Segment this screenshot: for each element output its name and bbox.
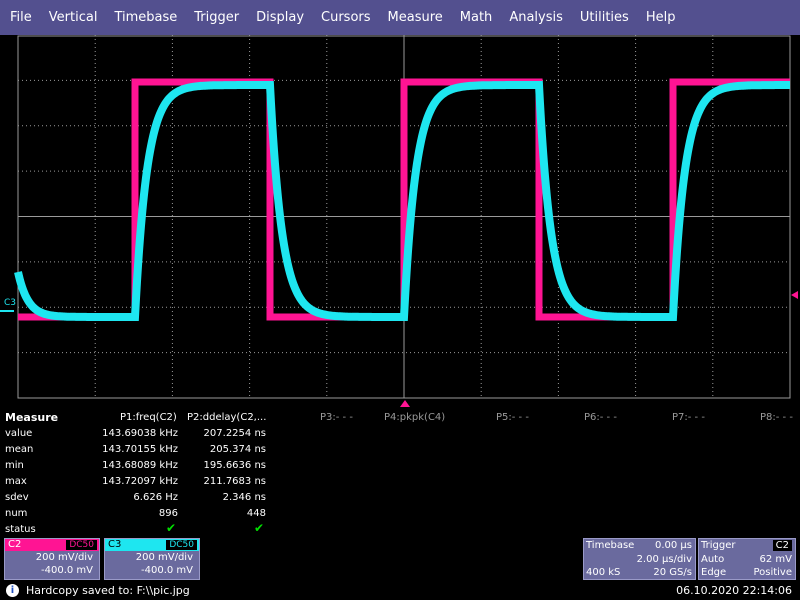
measure-row-label: mean xyxy=(5,444,34,455)
channel-c2-name: C2 xyxy=(8,539,22,550)
trigger-source: C2 xyxy=(772,540,792,551)
channel-c2-box[interactable]: C2 DC50 200 mV/div -400.0 mV xyxy=(4,538,100,580)
measure-header-p6[interactable]: P6:- - - xyxy=(584,410,617,425)
channel-c3-marker-label: C3 xyxy=(4,298,16,308)
channel-c3-box[interactable]: C3 DC50 200 mV/div -400.0 mV xyxy=(104,538,200,580)
menu-analysis[interactable]: Analysis xyxy=(502,0,570,35)
measure-panel: Measure P1:freq(C2) P2:ddelay(C2,... P3:… xyxy=(0,407,800,537)
channel-c2-header: C2 DC50 xyxy=(5,539,99,551)
measure-header-p4[interactable]: P4:pkpk(C4) xyxy=(384,410,445,425)
measure-p1-sdev: 6.626 Hz xyxy=(133,492,178,503)
timebase-title: Timebase xyxy=(586,540,635,551)
measure-row-label: value xyxy=(5,428,33,439)
status-message: Hardcopy saved to: F:\\pic.jpg xyxy=(26,584,190,597)
measure-p2-mean: 205.374 ns xyxy=(209,444,266,455)
measure-p2-sdev: 2.346 ns xyxy=(222,492,266,503)
menu-help[interactable]: Help xyxy=(639,0,683,35)
measure-row-label: status xyxy=(5,524,36,535)
trigger-slope: Positive xyxy=(753,567,792,578)
channel-c3-volts-div: 200 mV/div xyxy=(135,552,193,563)
timebase-box[interactable]: Timebase 0.00 µs 2.00 µs/div 400 kS 20 G… xyxy=(583,538,696,580)
menu-measure[interactable]: Measure xyxy=(381,0,450,35)
measure-p2-value: 207.2254 ns xyxy=(203,428,266,439)
trigger-level: 62 mV xyxy=(759,554,793,565)
measure-title: Measure xyxy=(5,411,59,424)
waveform-display[interactable]: C3 xyxy=(0,35,800,407)
measure-p1-min: 143.68089 kHz xyxy=(102,460,178,471)
measure-p1-num: 896 xyxy=(158,508,178,519)
timebase-delay: 0.00 µs xyxy=(654,540,692,551)
menu-bar: File Vertical Timebase Trigger Display C… xyxy=(0,0,800,35)
menu-utilities[interactable]: Utilities xyxy=(573,0,636,35)
menu-math[interactable]: Math xyxy=(453,0,500,35)
timebase-samples: 400 kS xyxy=(586,567,621,578)
measure-header-p1[interactable]: P1:freq(C2) xyxy=(120,410,177,425)
measure-p1-value: 143.69038 kHz xyxy=(102,428,178,439)
channel-c3-level-marker[interactable] xyxy=(0,310,14,312)
menu-timebase[interactable]: Timebase xyxy=(107,0,184,35)
menu-vertical[interactable]: Vertical xyxy=(42,0,105,35)
channel-c3-coupling: DC50 xyxy=(166,540,197,550)
channel-c3-offset: -400.0 mV xyxy=(141,565,193,576)
menu-display[interactable]: Display xyxy=(249,0,311,35)
measure-header-p3[interactable]: P3:- - - xyxy=(320,410,353,425)
menu-cursors[interactable]: Cursors xyxy=(314,0,378,35)
info-icon: i xyxy=(6,584,19,597)
measure-row-label: max xyxy=(5,476,27,487)
channel-c3-header: C3 DC50 xyxy=(105,539,199,551)
measure-row-label: num xyxy=(5,508,28,519)
trigger-position-marker[interactable] xyxy=(400,400,410,407)
measure-p2-max: 211.7683 ns xyxy=(203,476,266,487)
menu-file[interactable]: File xyxy=(3,0,39,35)
trigger-title: Trigger xyxy=(701,540,736,551)
waveform-canvas: C3 xyxy=(0,35,798,407)
measure-p2-min: 195.6636 ns xyxy=(203,460,266,471)
status-ok-icon: ✔ xyxy=(254,521,265,535)
measure-header-p8[interactable]: P8:- - - xyxy=(760,410,793,425)
channel-c2-coupling: DC50 xyxy=(66,540,97,550)
trigger-type: Edge xyxy=(701,567,727,578)
timebase-per-div: 2.00 µs/div xyxy=(636,554,692,565)
channel-c2-volts-div: 200 mV/div xyxy=(35,552,93,563)
measure-p1-max: 143.72097 kHz xyxy=(102,476,178,487)
trigger-mode: Auto xyxy=(701,554,725,565)
measure-header-p7[interactable]: P7:- - - xyxy=(672,410,705,425)
timebase-sample-rate: 20 GS/s xyxy=(653,567,692,578)
measure-header-p5[interactable]: P5:- - - xyxy=(496,410,529,425)
channel-c3-name: C3 xyxy=(108,539,122,550)
menu-trigger[interactable]: Trigger xyxy=(187,0,246,35)
channel-c2-offset: -400.0 mV xyxy=(41,565,93,576)
measure-row-label: min xyxy=(5,460,24,471)
trigger-level-marker[interactable] xyxy=(791,291,798,299)
measure-row-label: sdev xyxy=(5,492,29,503)
measure-header-p2[interactable]: P2:ddelay(C2,... xyxy=(187,410,266,425)
status-datetime: 06.10.2020 22:14:06 xyxy=(676,584,792,597)
measure-p1-mean: 143.70155 kHz xyxy=(102,444,178,455)
measure-p2-num: 448 xyxy=(246,508,266,519)
status-bar: i Hardcopy saved to: F:\\pic.jpg 06.10.2… xyxy=(0,582,800,600)
status-ok-icon: ✔ xyxy=(166,521,177,535)
trigger-box[interactable]: Trigger C2 Auto 62 mV Edge Positive xyxy=(698,538,796,580)
